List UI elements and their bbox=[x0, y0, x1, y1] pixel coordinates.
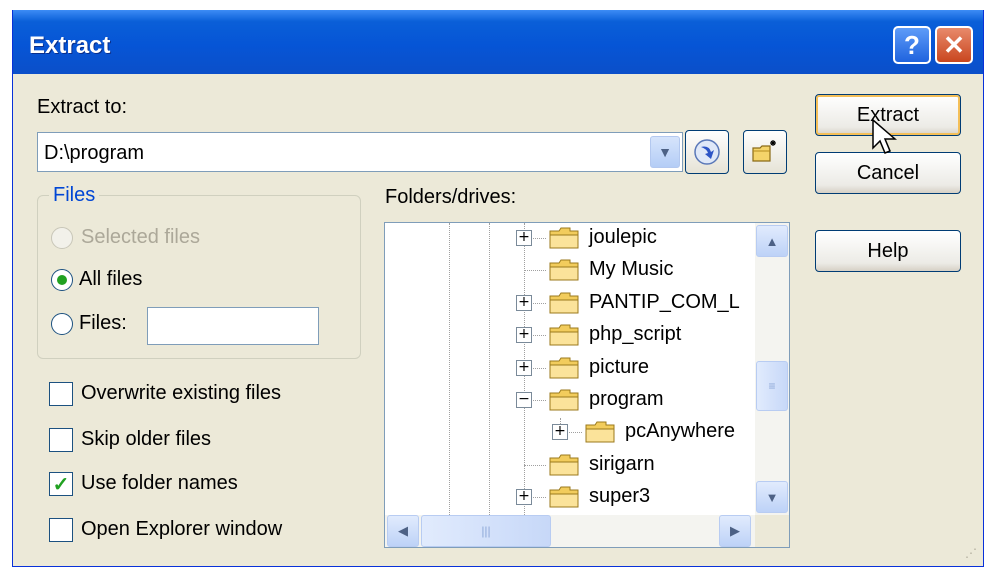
folder-icon bbox=[549, 259, 579, 281]
navigate-icon bbox=[694, 139, 720, 165]
expand-icon[interactable]: + bbox=[516, 359, 532, 376]
title-bar[interactable]: Extract ? ✕ bbox=[13, 10, 983, 74]
folder-icon bbox=[549, 292, 579, 314]
extract-to-label: Extract to: bbox=[37, 96, 128, 118]
resize-grip-icon[interactable]: ⋰ bbox=[965, 546, 977, 560]
extract-dialog: Extract ? ✕ Extract to: D:\program ▼ Fil… bbox=[12, 10, 984, 567]
help-button[interactable]: Help bbox=[815, 230, 961, 272]
tree-item-label: sirigarn bbox=[589, 452, 655, 475]
question-mark-icon: ? bbox=[904, 29, 920, 60]
mouse-cursor-icon bbox=[872, 118, 897, 154]
folder-icon bbox=[549, 454, 579, 476]
expand-icon[interactable]: + bbox=[516, 294, 532, 311]
radio-circle[interactable] bbox=[51, 269, 73, 291]
tree-item-label: super3 bbox=[589, 485, 651, 508]
files-filter-input[interactable] bbox=[147, 307, 319, 345]
scroll-down-icon[interactable]: ▼ bbox=[756, 481, 788, 513]
checkmark-icon: ✓ bbox=[52, 473, 70, 496]
folder-icon bbox=[585, 421, 615, 443]
chevron-down-icon[interactable]: ▼ bbox=[650, 136, 680, 168]
new-folder-icon bbox=[752, 140, 776, 162]
radio-all-files-label: All files bbox=[79, 268, 143, 290]
folder-icon bbox=[549, 324, 579, 346]
tree-item-label: pcAnywhere bbox=[625, 420, 736, 443]
folder-icon bbox=[549, 486, 579, 508]
vertical-scrollbar[interactable]: ▲ ≡ ▼ bbox=[755, 223, 789, 515]
tree-item-label: PANTIP_COM_L bbox=[589, 290, 740, 313]
extract-to-value: D:\program bbox=[44, 142, 145, 164]
new-folder-button[interactable] bbox=[743, 130, 787, 174]
horizontal-scrollbar[interactable]: ◀ ||| ▶ bbox=[385, 515, 755, 547]
vertical-scroll-thumb[interactable]: ≡ bbox=[756, 361, 788, 411]
navigate-button[interactable] bbox=[685, 130, 729, 174]
radio-selected-dot bbox=[57, 275, 67, 285]
scrollbar-corner bbox=[755, 515, 789, 547]
folders-tree[interactable]: + joulepic My Music + PANTIP_COM_L + php_scrip… bbox=[384, 222, 790, 548]
radio-circle[interactable] bbox=[51, 227, 73, 249]
scroll-left-icon[interactable]: ◀ bbox=[387, 515, 419, 547]
expand-icon[interactable]: + bbox=[516, 489, 532, 506]
folders-drives-label: Folders/drives: bbox=[385, 186, 517, 208]
checkbox-box[interactable]: ✓ bbox=[49, 472, 73, 496]
expand-icon[interactable]: + bbox=[552, 424, 568, 441]
scroll-up-icon[interactable]: ▲ bbox=[756, 225, 788, 257]
tree-guide-line bbox=[489, 223, 490, 515]
folder-icon bbox=[549, 357, 579, 379]
dialog-title: Extract bbox=[29, 32, 111, 59]
files-group-title: Files bbox=[49, 184, 100, 207]
tree-item-label: joulepic bbox=[589, 226, 657, 248]
folder-icon bbox=[549, 227, 579, 249]
tree-item-label: php_script bbox=[589, 323, 682, 346]
folder-icon bbox=[549, 389, 579, 411]
horizontal-scroll-thumb[interactable]: ||| bbox=[421, 515, 551, 547]
tree-item-label: picture bbox=[589, 355, 650, 378]
checkbox-use-folder-names-label: Use folder names bbox=[81, 472, 238, 494]
tree-item-label: program bbox=[589, 388, 664, 410]
checkbox-box[interactable] bbox=[49, 382, 73, 406]
radio-circle[interactable] bbox=[51, 313, 73, 335]
tree-guide-line bbox=[449, 223, 450, 515]
title-help-button[interactable]: ? bbox=[893, 26, 931, 64]
tree-connector bbox=[524, 464, 546, 466]
expand-icon[interactable]: + bbox=[516, 327, 532, 344]
checkbox-box[interactable] bbox=[49, 518, 73, 542]
title-close-button[interactable]: ✕ bbox=[935, 26, 973, 64]
checkbox-overwrite-label: Overwrite existing files bbox=[81, 382, 282, 404]
cancel-button[interactable]: Cancel bbox=[815, 152, 961, 194]
scroll-right-icon[interactable]: ▶ bbox=[719, 515, 751, 547]
checkbox-box[interactable] bbox=[49, 428, 73, 452]
extract-to-combobox[interactable]: D:\program ▼ bbox=[37, 132, 683, 172]
close-icon: ✕ bbox=[943, 29, 965, 60]
checkbox-open-explorer-label: Open Explorer window bbox=[81, 518, 283, 540]
radio-files-label: Files: bbox=[79, 312, 127, 334]
radio-selected-files-label: Selected files bbox=[81, 226, 200, 248]
checkbox-skip-older-label: Skip older files bbox=[81, 428, 212, 450]
collapse-icon[interactable]: − bbox=[516, 392, 532, 408]
expand-icon[interactable]: + bbox=[516, 230, 532, 246]
tree-connector bbox=[524, 270, 546, 272]
tree-item-label: My Music bbox=[589, 258, 674, 281]
